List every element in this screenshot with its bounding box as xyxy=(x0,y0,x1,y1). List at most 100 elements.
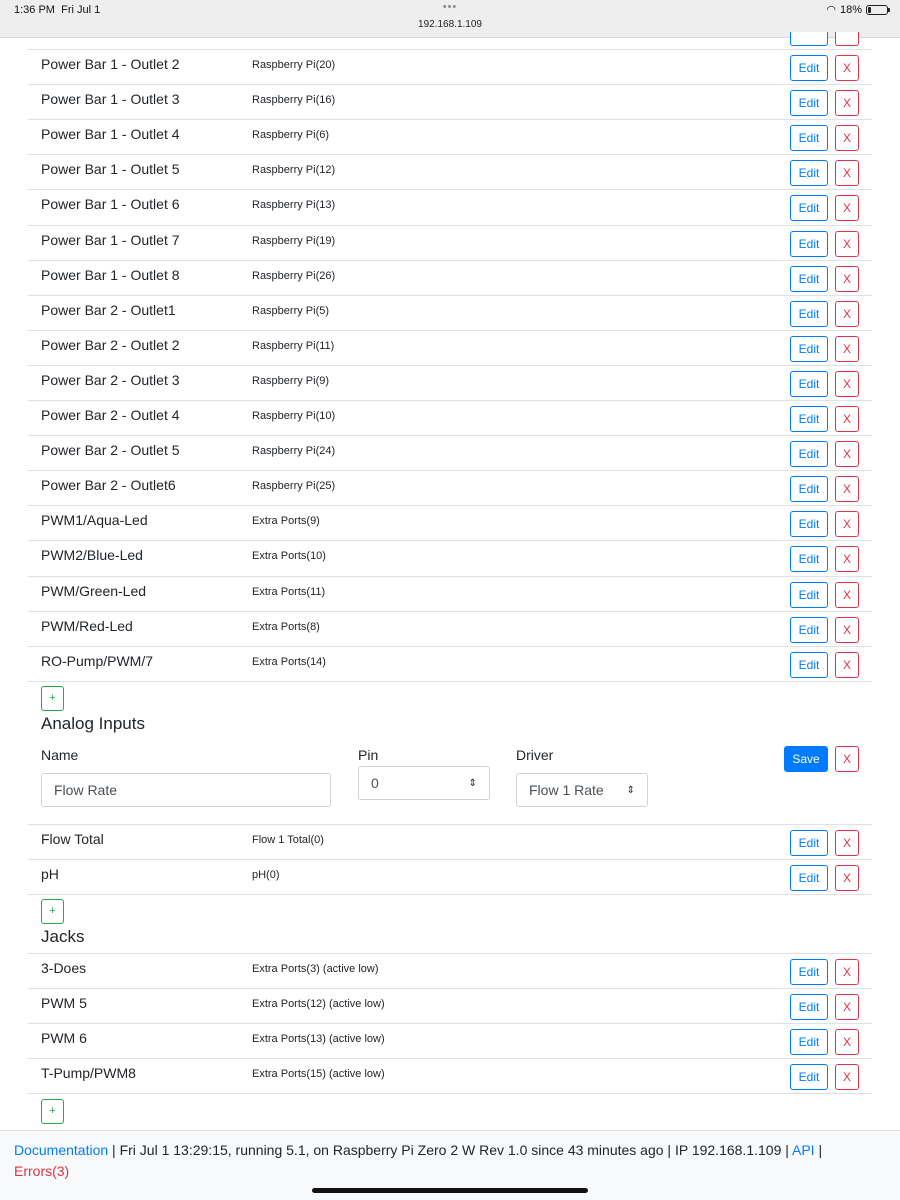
edit-button[interactable]: Edit xyxy=(790,441,828,468)
delete-button[interactable]: X xyxy=(835,335,859,362)
delete-button[interactable]: X xyxy=(835,160,859,187)
delete-button[interactable]: X xyxy=(835,370,859,397)
cancel-button[interactable]: X xyxy=(835,746,859,772)
name-input[interactable]: Flow Rate xyxy=(41,773,331,807)
delete-button[interactable]: X xyxy=(835,230,859,257)
add-jack-button[interactable]: + xyxy=(41,1099,64,1124)
api-link[interactable]: API xyxy=(792,1142,815,1158)
delete-button[interactable]: X xyxy=(835,959,859,985)
row-pin: Raspberry Pi(16) xyxy=(252,94,336,107)
edit-button[interactable]: Edit xyxy=(790,230,828,257)
row-pin: Raspberry Pi(13) xyxy=(252,199,336,212)
table-row: RO-Pump/PWM/7 Extra Ports(14) Edit X xyxy=(28,645,872,681)
delete-button[interactable]: X xyxy=(835,300,859,327)
table-row: Power Bar 2 - Outlet1 Raspberry Pi(5) Edit… xyxy=(28,294,872,330)
edit-button[interactable]: Edit xyxy=(790,55,828,81)
row-pin: Extra Ports(15) (active low) xyxy=(252,1068,385,1081)
row-pin: Raspberry Pi(10) xyxy=(252,410,336,422)
edit-button[interactable]: Edit xyxy=(790,370,828,397)
delete-button[interactable]: X xyxy=(835,55,859,81)
save-button[interactable]: Save xyxy=(784,746,828,772)
edit-button[interactable]: Edit xyxy=(790,546,828,573)
delete-button[interactable]: X xyxy=(835,830,859,856)
delete-button[interactable]: X xyxy=(835,1029,859,1056)
tab-dots-icon[interactable]: ••• xyxy=(0,1,900,13)
home-indicator[interactable] xyxy=(312,1188,588,1193)
delete-button[interactable]: X xyxy=(835,865,859,892)
table-row: Power Bar 1 - Outlet 5 Raspberry Pi(12) Ed… xyxy=(28,154,872,189)
table-row: Power Bar 2 - Outlet 4 Raspberry Pi(10) Ed… xyxy=(28,400,872,435)
edit-button[interactable]: Edit xyxy=(790,300,828,327)
delete-button[interactable]: X xyxy=(835,125,859,152)
delete-button[interactable]: X xyxy=(835,195,859,222)
delete-button[interactable]: X xyxy=(835,406,859,432)
edit-button[interactable]: Edit xyxy=(790,160,828,187)
edit-button[interactable]: Edit xyxy=(790,476,828,503)
edit-button[interactable]: Edit xyxy=(790,265,828,292)
edit-button[interactable] xyxy=(790,32,828,46)
delete-button[interactable] xyxy=(835,32,859,46)
edit-button[interactable]: Edit xyxy=(790,651,828,678)
errors-link[interactable]: Errors(3) xyxy=(14,1163,69,1179)
footer-pipe: | xyxy=(814,1142,823,1158)
edit-button[interactable]: Edit xyxy=(790,335,828,362)
pin-label: Pin xyxy=(358,747,379,763)
edit-button[interactable]: Edit xyxy=(790,406,828,432)
table-row: Power Bar 1 - Outlet 3 Raspberry Pi(16) Ed… xyxy=(28,84,872,119)
table-row: Power Bar 2 - Outlet 2 Raspberry Pi(11) Ed… xyxy=(28,329,872,365)
add-analog-input-button[interactable]: + xyxy=(41,899,64,924)
row-pin: Raspberry Pi(19) xyxy=(252,234,336,247)
footer-info: Fri Jul 1 13:29:15, running 5.1, on Rasp… xyxy=(119,1142,792,1158)
row-pin: Extra Ports(11) xyxy=(252,585,326,598)
table-row: PWM2/Blue-Led Extra Ports(10) Edit X xyxy=(28,540,872,575)
delete-button[interactable]: X xyxy=(835,511,859,538)
delete-button[interactable]: X xyxy=(835,90,859,117)
row-name: PWM 5 xyxy=(41,995,87,1012)
delete-button[interactable]: X xyxy=(835,651,859,678)
table-row: Power Bar 1 - Outlet 6 Raspberry Pi(13) Ed… xyxy=(28,189,872,224)
edit-button[interactable]: Edit xyxy=(790,616,828,643)
delete-button[interactable]: X xyxy=(835,994,859,1021)
edit-button[interactable]: Edit xyxy=(790,865,828,892)
row-name: Power Bar 1 - Outlet 4 xyxy=(41,126,180,143)
table-row: Flow Total Flow 1 Total(0) Edit X xyxy=(28,824,872,859)
table-row: Power Bar 1 - Outlet 8 Raspberry Pi(26) Ed… xyxy=(28,259,872,295)
edit-button[interactable]: Edit xyxy=(790,511,828,538)
edit-button[interactable]: Edit xyxy=(790,581,828,608)
edit-button[interactable]: Edit xyxy=(790,1064,828,1091)
delete-button[interactable]: X xyxy=(835,546,859,573)
table-row: Power Bar 1 - Outlet 4 Raspberry Pi(6) Edi… xyxy=(28,119,872,154)
footer-separator: | xyxy=(108,1142,120,1158)
divider xyxy=(28,680,872,682)
edit-button[interactable]: Edit xyxy=(790,959,828,985)
divider xyxy=(28,1093,872,1095)
row-pin: Extra Ports(9) xyxy=(252,515,320,528)
battery-icon xyxy=(866,4,890,15)
edit-button[interactable]: Edit xyxy=(790,125,828,152)
address-url[interactable]: 192.168.1.109 xyxy=(0,19,900,30)
table-row: PWM 5 Extra Ports(12) (active low) Edit X xyxy=(28,988,872,1023)
edit-button[interactable]: Edit xyxy=(790,994,828,1021)
divider xyxy=(28,894,872,896)
delete-button[interactable]: X xyxy=(835,265,859,292)
row-pin: Extra Ports(12) (active low) xyxy=(252,998,385,1011)
delete-button[interactable]: X xyxy=(835,476,859,503)
delete-button[interactable]: X xyxy=(835,581,859,608)
add-outlet-button[interactable]: + xyxy=(41,686,64,711)
jacks-title: Jacks xyxy=(41,927,85,946)
table-row: pH pH(0) Edit X xyxy=(28,859,872,894)
edit-button[interactable]: Edit xyxy=(790,90,828,117)
pin-select[interactable]: 0 ⇕ xyxy=(358,766,490,800)
documentation-link[interactable]: Documentation xyxy=(14,1142,108,1158)
row-pin: Raspberry Pi(5) xyxy=(252,304,330,317)
row-name: Power Bar 2 - Outlet 3 xyxy=(41,371,180,388)
edit-button[interactable]: Edit xyxy=(790,195,828,222)
name-label: Name xyxy=(41,747,79,763)
row-pin: Raspberry Pi(6) xyxy=(252,129,330,142)
delete-button[interactable]: X xyxy=(835,1064,859,1091)
driver-select[interactable]: Flow 1 Rate ⇕ xyxy=(516,773,648,807)
delete-button[interactable]: X xyxy=(835,441,859,468)
delete-button[interactable]: X xyxy=(835,616,859,643)
edit-button[interactable]: Edit xyxy=(790,1029,828,1056)
edit-button[interactable]: Edit xyxy=(790,830,828,856)
